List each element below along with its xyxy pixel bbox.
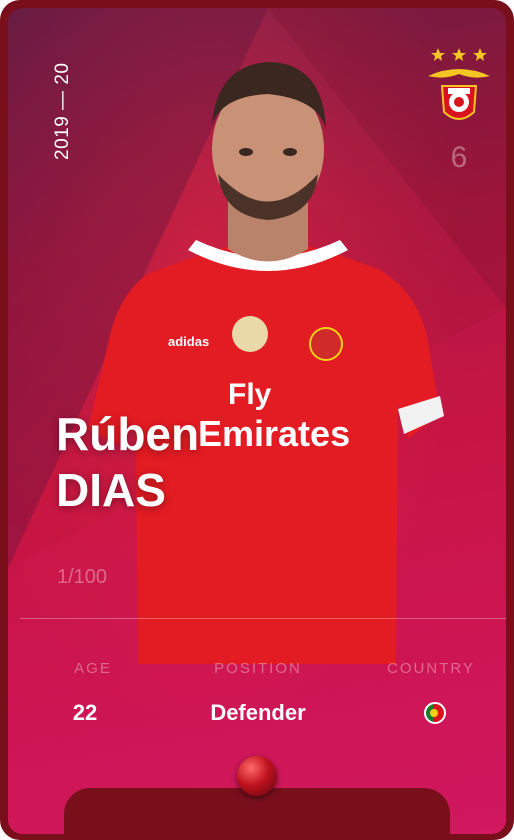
rare-gem-icon: [237, 756, 277, 796]
position-label: POSITION: [214, 660, 302, 677]
svg-text:Emirates: Emirates: [198, 413, 350, 454]
player-last-name: DIAS: [56, 464, 166, 516]
player-first-name: Rúben: [56, 408, 200, 460]
card-background: Fly Emirates adidas 2019 — 20 6 Rúben DI…: [8, 8, 506, 834]
player-card[interactable]: Fly Emirates adidas 2019 — 20 6 Rúben DI…: [0, 0, 514, 840]
season-text: 2019 — 20: [52, 62, 73, 160]
sl-benfica-crest-icon: [428, 48, 490, 120]
player-name: Rúben DIAS: [56, 406, 199, 518]
stats-divider: [20, 618, 506, 619]
season-label: 2019 — 20: [48, 63, 78, 168]
svg-text:Fly: Fly: [228, 378, 272, 411]
age-label: AGE: [74, 660, 112, 677]
portugal-flag-icon: [424, 702, 446, 724]
player-photo: Fly Emirates adidas: [88, 62, 444, 664]
serial-number: 1/100: [57, 566, 108, 588]
age-value: 22: [72, 700, 98, 725]
position-value: Defender: [210, 700, 306, 725]
shirt-number: 6: [450, 141, 468, 174]
svg-text:adidas: adidas: [168, 334, 209, 349]
country-label: COUNTRY: [387, 660, 475, 677]
